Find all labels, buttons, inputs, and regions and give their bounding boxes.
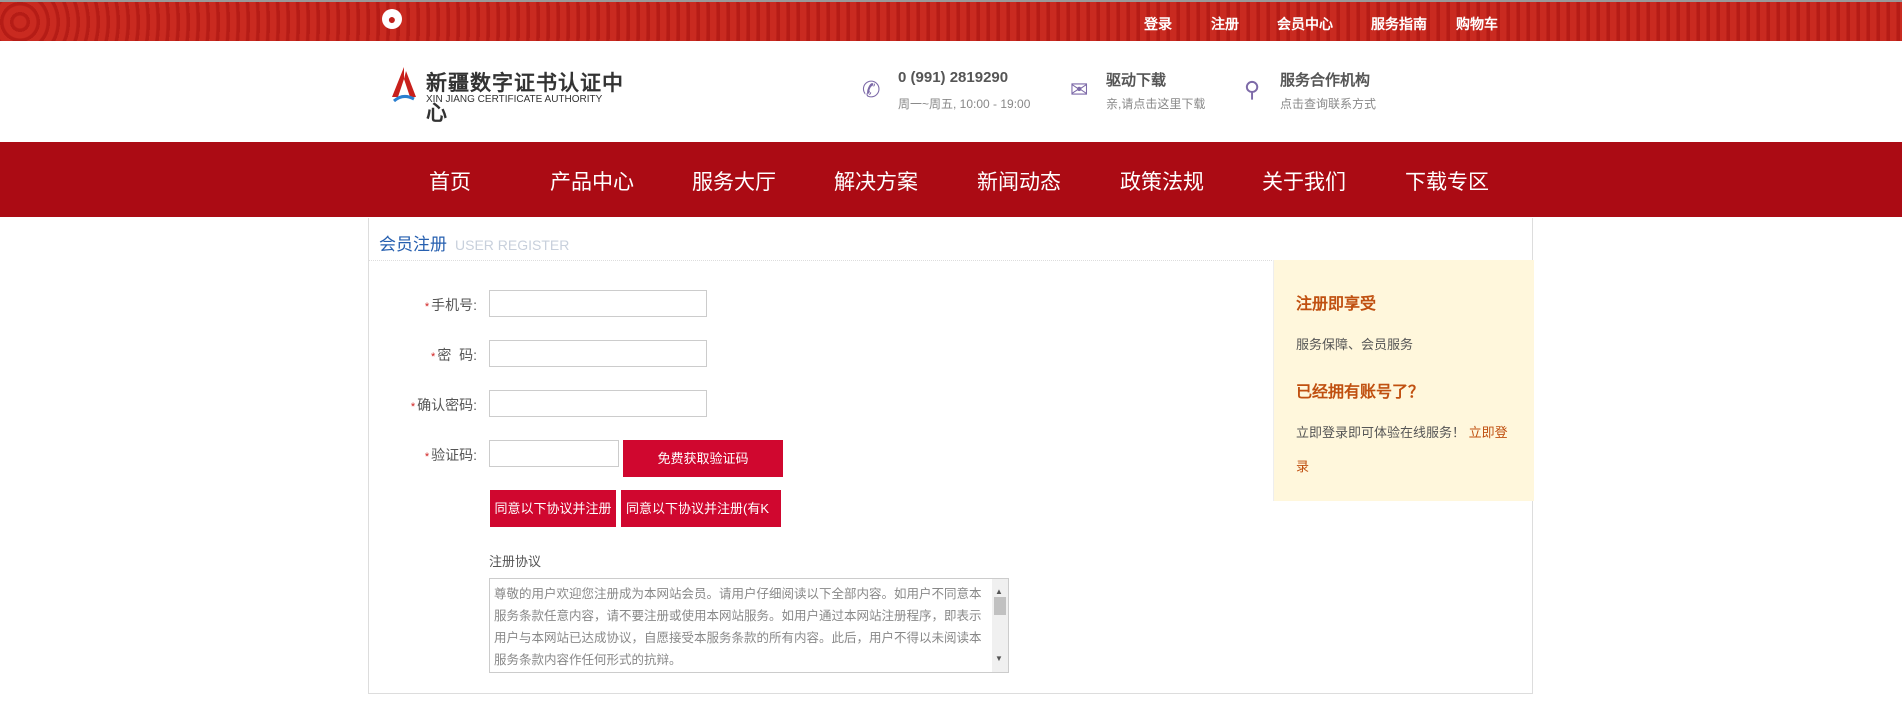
- agreement-label: 注册协议: [489, 554, 542, 569]
- location-pin-icon: ⚲: [1244, 77, 1261, 102]
- nav-service-hall[interactable]: 服务大厅: [692, 166, 776, 196]
- agreement-text: 尊敬的用户欢迎您注册成为本网站会员。请用户仔细阅读以下全部内容。如用户不同意本服…: [494, 587, 982, 667]
- code-label: * 验证码:: [377, 445, 477, 465]
- nav-about[interactable]: 关于我们: [1262, 166, 1346, 196]
- header: 新疆数字证书认证中心 XIN JIANG CERTIFICATE AUTHORI…: [0, 41, 1902, 142]
- logo[interactable]: 新疆数字证书认证中心 XIN JIANG CERTIFICATE AUTHORI…: [390, 65, 630, 125]
- phone-label-text: 手机号:: [431, 297, 477, 313]
- main-nav: 首页 产品中心 服务大厅 解决方案 新闻动态 政策法规 关于我们 下载专区: [0, 142, 1902, 217]
- benefits-text: 服务保障、会员服务: [1296, 337, 1414, 352]
- agree-register-button[interactable]: 同意以下协议并注册: [490, 490, 616, 527]
- confirm-password-label: * 确认密码:: [377, 395, 477, 415]
- register-panel: 会员注册 USER REGISTER * 手机号: * 密 码: * 确认密码: * 验证…: [368, 218, 1534, 694]
- panel-subtitle: USER REGISTER: [455, 237, 570, 253]
- nav-solutions[interactable]: 解决方案: [834, 166, 918, 196]
- phone-icon: ✆: [862, 77, 881, 102]
- scrollbar[interactable]: ▲ ▼: [992, 579, 1008, 672]
- scroll-down-icon[interactable]: ▼: [995, 648, 1003, 670]
- top-link-member-center[interactable]: 会员中心: [1277, 14, 1333, 34]
- driver-sub[interactable]: 亲,请点击这里下载: [1106, 95, 1205, 112]
- confirm-label-text: 确认密码:: [417, 397, 477, 413]
- top-link-service-guide[interactable]: 服务指南: [1371, 14, 1427, 34]
- panel-title-cn: 会员注册: [379, 235, 447, 254]
- verification-code-input[interactable]: [489, 440, 619, 467]
- top-link-register[interactable]: 注册: [1211, 14, 1239, 34]
- get-code-button[interactable]: 免费获取验证码: [623, 440, 783, 477]
- password-label: * 密 码:: [377, 345, 477, 365]
- top-link-cart[interactable]: 购物车: [1456, 14, 1498, 34]
- benefits-sidebar: 注册即享受 服务保障、会员服务 已经拥有账号了？ 立即登录即可体验在线服务！ 立…: [1273, 260, 1534, 501]
- phone-label: * 手机号:: [377, 295, 477, 315]
- have-account-heading: 已经拥有账号了？: [1296, 384, 1425, 401]
- confirm-password-input[interactable]: [489, 390, 707, 417]
- required-mark: *: [424, 301, 430, 313]
- required-mark: *: [431, 351, 436, 363]
- top-link-login[interactable]: 登录: [1144, 14, 1172, 34]
- nav-downloads[interactable]: 下载专区: [1405, 166, 1489, 196]
- mail-icon: ✉: [1070, 77, 1089, 102]
- partner-title[interactable]: 服务合作机构: [1280, 69, 1370, 90]
- password-input[interactable]: [489, 340, 707, 367]
- globe-icon: ●: [382, 9, 402, 29]
- phone-number: 0 (991) 2819290: [898, 69, 1009, 86]
- benefits-heading: 注册即享受: [1296, 296, 1377, 313]
- code-label-text: 验证码:: [431, 447, 477, 463]
- top-bar: ● 登录 注册 会员中心 服务指南 购物车: [0, 0, 1902, 41]
- phone-hours: 周一~周五, 10:00 - 19:00: [898, 97, 1031, 111]
- nav-home[interactable]: 首页: [429, 166, 471, 196]
- scroll-thumb[interactable]: [994, 597, 1006, 615]
- nav-news[interactable]: 新闻动态: [977, 166, 1061, 196]
- agreement-textarea[interactable]: 尊敬的用户欢迎您注册成为本网站会员。请用户仔细阅读以下全部内容。如用户不同意本服…: [489, 578, 1009, 673]
- logo-mark-icon: [392, 67, 416, 103]
- have-account-text: 立即登录即可体验在线服务！ 立即登录: [1296, 416, 1512, 484]
- nav-policy[interactable]: 政策法规: [1120, 166, 1204, 196]
- agree-register-key-button[interactable]: 同意以下协议并注册(有K: [621, 490, 781, 527]
- login-prompt: 立即登录即可体验在线服务！: [1296, 425, 1469, 440]
- required-mark: *: [424, 451, 430, 463]
- password-label-text: 密 码:: [437, 347, 477, 363]
- partner-sub[interactable]: 点击查询联系方式: [1280, 95, 1376, 112]
- logo-text-en: XIN JIANG CERTIFICATE AUTHORITY: [426, 94, 603, 105]
- driver-title[interactable]: 驱动下载: [1106, 69, 1166, 90]
- panel-title: 会员注册 USER REGISTER: [379, 230, 569, 255]
- nav-products[interactable]: 产品中心: [550, 166, 634, 196]
- required-mark: *: [410, 401, 416, 413]
- phone-input[interactable]: [489, 290, 707, 317]
